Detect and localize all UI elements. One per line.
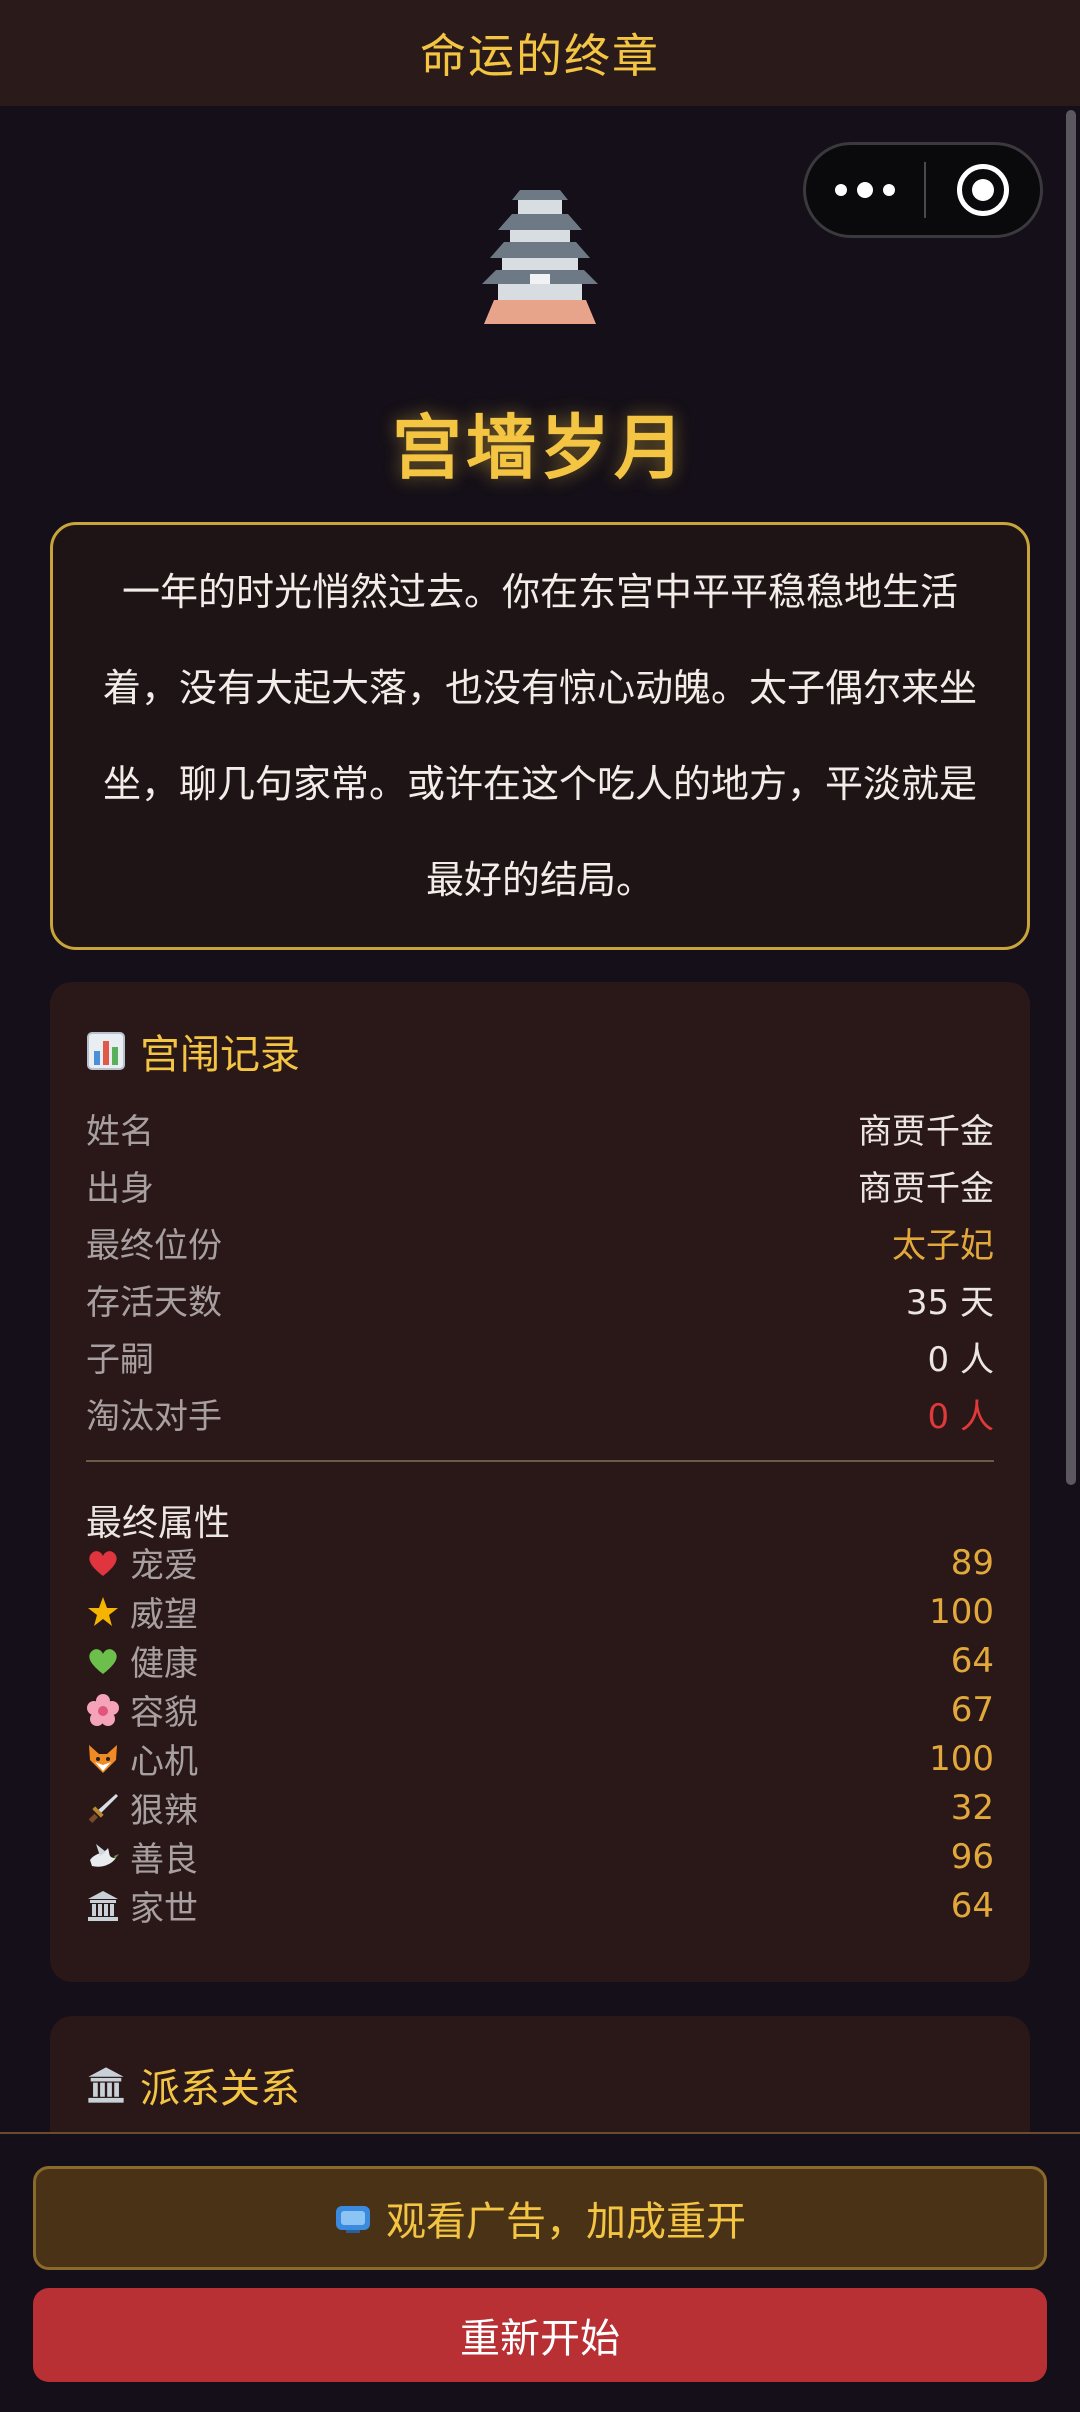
attribute-label: 家世 — [130, 1889, 198, 1929]
attribute-row-favor: 宠爱 89 — [86, 1538, 994, 1587]
record-value: 35 天 — [905, 1283, 994, 1323]
target-icon — [957, 164, 1009, 216]
attribute-value: 100 — [929, 1591, 994, 1632]
scrollbar[interactable] — [1066, 110, 1076, 1485]
attribute-value: 89 — [950, 1542, 994, 1583]
classical-building-icon — [88, 2067, 124, 2103]
heart-icon — [89, 1550, 117, 1576]
attribute-value: 100 — [929, 1738, 994, 1779]
record-row-days: 存活天数 35 天 — [86, 1271, 994, 1328]
attribute-label: 善良 — [130, 1840, 198, 1880]
attributes-list: 宠爱 89 威望 100 健康 64 容貌 67 心机 100 狠辣 32 善良… — [86, 1538, 994, 1930]
palace-records-card: 宫闱记录 姓名 商贾千金 出身 商贾千金 最终位份 太子妃 存活天数 35 天 … — [50, 982, 1030, 1982]
records-title-label: 宫闱记录 — [140, 1032, 300, 1078]
attribute-value: 96 — [950, 1836, 994, 1877]
flower-icon — [87, 1693, 119, 1726]
ending-description: 一年的时光悄然过去。你在东宫中平平稳稳地生活着，没有大起大落，也没有惊心动魄。太… — [102, 570, 977, 902]
record-label: 存活天数 — [86, 1283, 222, 1323]
record-row-origin: 出身 商贾千金 — [86, 1157, 994, 1214]
restart-button[interactable]: 重新开始 — [33, 2288, 1047, 2382]
faction-title-label: 派系关系 — [140, 2066, 300, 2112]
dagger-icon — [88, 1793, 118, 1823]
attribute-label: 健康 — [130, 1644, 198, 1684]
attribute-row-prestige: 威望 100 — [86, 1587, 994, 1636]
more-options-icon[interactable] — [806, 145, 924, 235]
bar-chart-icon — [87, 1032, 125, 1070]
record-row-rank: 最终位份 太子妃 — [86, 1214, 994, 1271]
record-value: 商贾千金 — [858, 1169, 994, 1209]
attribute-row-ruthless: 狠辣 32 — [86, 1783, 994, 1832]
record-value: 0 人 — [927, 1397, 994, 1437]
records-title: 宫闱记录 — [86, 1022, 300, 1080]
miniprogram-capsule — [803, 142, 1043, 238]
attribute-value: 64 — [950, 1885, 994, 1926]
attribute-row-kindness: 善良 96 — [86, 1832, 994, 1881]
close-miniprogram-button[interactable] — [926, 164, 1040, 216]
record-value: 太子妃 — [892, 1226, 994, 1266]
record-value: 0 人 — [927, 1340, 994, 1380]
attribute-row-health: 健康 64 — [86, 1636, 994, 1685]
ending-heading: 宫墙岁月 — [392, 407, 688, 489]
attribute-label: 宠爱 — [130, 1546, 198, 1586]
record-label: 姓名 — [86, 1112, 154, 1152]
bottom-action-bar: 观看广告，加成重开 重新开始 — [0, 2132, 1080, 2412]
records-divider — [86, 1460, 994, 1462]
attribute-row-scheming: 心机 100 — [86, 1734, 994, 1783]
green-heart-icon — [89, 1648, 117, 1674]
record-row-children: 子嗣 0 人 — [86, 1328, 994, 1385]
faction-title: 派系关系 — [86, 2056, 300, 2114]
record-value: 商贾千金 — [858, 1112, 994, 1152]
ending-description-box: 一年的时光悄然过去。你在东宫中平平稳稳地生活着，没有大起大落，也没有惊心动魄。太… — [50, 522, 1030, 950]
tv-icon — [336, 2206, 370, 2233]
nav-bar: 命运的终章 — [0, 0, 1080, 106]
records-list: 姓名 商贾千金 出身 商贾千金 最终位份 太子妃 存活天数 35 天 子嗣 0 … — [86, 1100, 994, 1442]
attribute-value: 64 — [950, 1640, 994, 1681]
watch-ad-restart-button[interactable]: 观看广告，加成重开 — [33, 2166, 1047, 2270]
attribute-value: 67 — [950, 1689, 994, 1730]
castle-icon — [482, 190, 598, 324]
attribute-label: 心机 — [130, 1742, 198, 1782]
record-label: 最终位份 — [86, 1226, 222, 1266]
dove-icon — [90, 1843, 119, 1867]
star-icon — [88, 1596, 118, 1626]
record-row-name: 姓名 商贾千金 — [86, 1100, 994, 1157]
attribute-label: 威望 — [130, 1595, 198, 1635]
attribute-row-beauty: 容貌 67 — [86, 1685, 994, 1734]
classical-building-icon — [88, 1890, 118, 1921]
record-label: 子嗣 — [86, 1340, 154, 1380]
attribute-label: 容貌 — [130, 1693, 198, 1733]
watch-ad-label: 观看广告，加成重开 — [386, 2199, 746, 2245]
fox-icon — [89, 1744, 117, 1773]
attribute-value: 32 — [950, 1787, 994, 1828]
attribute-row-family: 家世 64 — [86, 1881, 994, 1930]
record-label: 淘汰对手 — [86, 1397, 222, 1437]
attribute-label: 狠辣 — [130, 1791, 198, 1831]
record-label: 出身 — [86, 1169, 154, 1209]
record-row-rivals: 淘汰对手 0 人 — [86, 1385, 994, 1442]
nav-title: 命运的终章 — [420, 29, 660, 83]
